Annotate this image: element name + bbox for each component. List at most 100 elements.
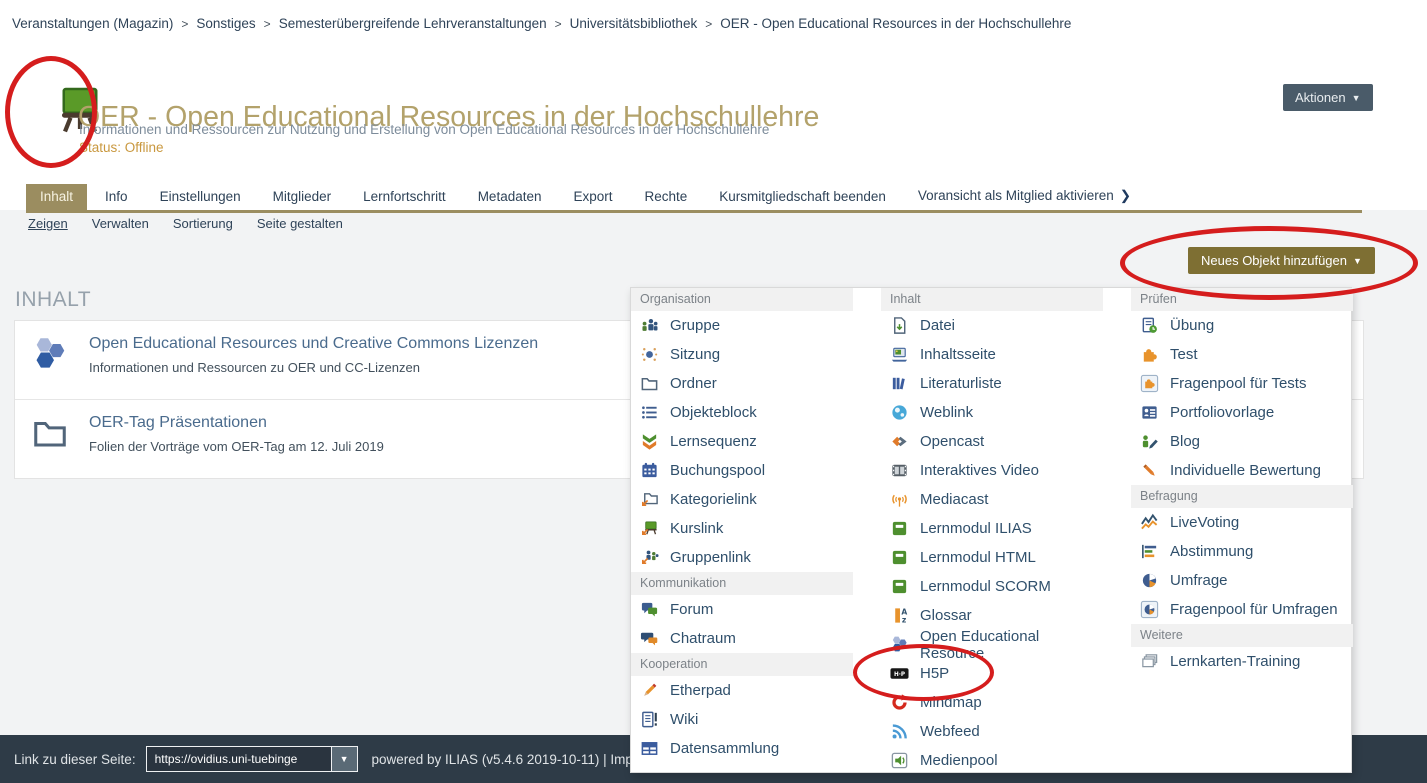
breadcrumb-link-sonstiges[interactable]: Sonstiges <box>196 16 255 31</box>
menu-item-label[interactable]: Kurslink <box>670 520 723 537</box>
menu-item-label[interactable]: Datei <box>920 317 955 334</box>
menu-item-label[interactable]: Objekteblock <box>670 404 757 421</box>
tab-inhalt[interactable]: Inhalt <box>26 184 87 210</box>
menu-item-label[interactable]: Umfrage <box>1170 572 1228 589</box>
menu-item-label[interactable]: H5P <box>920 665 949 682</box>
menu-item-label[interactable]: Glossar <box>920 607 972 624</box>
subtab-seite-gestalten[interactable]: Seite gestalten <box>257 216 343 231</box>
menu-item-buchungspool[interactable]: Buchungspool <box>631 456 853 485</box>
tab-einstellungen[interactable]: Einstellungen <box>146 184 255 210</box>
menu-item-label[interactable]: Gruppenlink <box>670 549 751 566</box>
breadcrumb-link-oer-open-educational-resources-in-der-hochschullehre[interactable]: OER - Open Educational Resources in der … <box>720 16 1071 31</box>
menu-item-webfeed[interactable]: Webfeed <box>881 717 1103 746</box>
menu-item-label[interactable]: Open Educational Resource <box>920 628 1103 662</box>
menu-item-abstimmung[interactable]: Abstimmung <box>1131 537 1353 566</box>
menu-item-blog[interactable]: Blog <box>1131 427 1353 456</box>
menu-item-label[interactable]: Etherpad <box>670 682 731 699</box>
menu-item-lernmodul-html[interactable]: Lernmodul HTML <box>881 543 1103 572</box>
permalink-dropdown-button[interactable]: ▼ <box>332 746 358 772</box>
permalink-input[interactable] <box>146 746 332 772</box>
menu-item-label[interactable]: Literaturliste <box>920 375 1002 392</box>
menu-item-gruppenlink[interactable]: Gruppenlink <box>631 543 853 572</box>
menu-item-label[interactable]: Abstimmung <box>1170 543 1253 560</box>
menu-item-datei[interactable]: Datei <box>881 311 1103 340</box>
menu-item-label[interactable]: Sitzung <box>670 346 720 363</box>
menu-item-label[interactable]: Lernmodul SCORM <box>920 578 1051 595</box>
menu-item-objekteblock[interactable]: Objekteblock <box>631 398 853 427</box>
tab-mitglieder[interactable]: Mitglieder <box>259 184 346 210</box>
menu-item-opencast[interactable]: Opencast <box>881 427 1103 456</box>
menu-item-fragenpool-fur-tests[interactable]: Fragenpool für Tests <box>1131 369 1353 398</box>
menu-item-literaturliste[interactable]: Literaturliste <box>881 369 1103 398</box>
menu-item-wiki[interactable]: Wiki <box>631 705 853 734</box>
breadcrumb-link-universitatsbibliothek[interactable]: Universitätsbibliothek <box>570 16 698 31</box>
menu-item-label[interactable]: Lernmodul HTML <box>920 549 1036 566</box>
subtab-sortierung[interactable]: Sortierung <box>173 216 233 231</box>
menu-item-label[interactable]: Datensammlung <box>670 740 779 757</box>
menu-item-chatraum[interactable]: Chatraum <box>631 624 853 653</box>
tab-metadaten[interactable]: Metadaten <box>464 184 556 210</box>
menu-item-open-educational-resource[interactable]: Open Educational Resource <box>881 630 1103 659</box>
menu-item-label[interactable]: Weblink <box>920 404 973 421</box>
menu-item-livevoting[interactable]: LiveVoting <box>1131 508 1353 537</box>
subtab-zeigen[interactable]: Zeigen <box>28 216 68 231</box>
menu-item-lernsequenz[interactable]: Lernsequenz <box>631 427 853 456</box>
menu-item-interaktives-video[interactable]: Interaktives Video <box>881 456 1103 485</box>
add-new-object-button[interactable]: Neues Objekt hinzufügen▼ <box>1188 247 1375 274</box>
menu-item-gruppe[interactable]: Gruppe <box>631 311 853 340</box>
menu-item-label[interactable]: Portfoliovorlage <box>1170 404 1274 421</box>
menu-item-sitzung[interactable]: Sitzung <box>631 340 853 369</box>
menu-item-label[interactable]: Opencast <box>920 433 984 450</box>
menu-item-glossar[interactable]: AzGlossar <box>881 601 1103 630</box>
content-item-title[interactable]: Open Educational Resources und Creative … <box>89 335 538 353</box>
tab-export[interactable]: Export <box>559 184 626 210</box>
content-item-title[interactable]: OER-Tag Präsentationen <box>89 414 384 432</box>
menu-item-label[interactable]: Chatraum <box>670 630 736 647</box>
menu-item-fragenpool-fur-umfragen[interactable]: Fragenpool für Umfragen <box>1131 595 1353 624</box>
menu-item-kurslink[interactable]: Kurslink <box>631 514 853 543</box>
tab-voransicht-als-mitglied-aktivieren[interactable]: Voransicht als Mitglied aktivieren❯ <box>904 183 1145 210</box>
actions-button[interactable]: Aktionen▼ <box>1283 84 1373 111</box>
menu-item-label[interactable]: Lernsequenz <box>670 433 757 450</box>
menu-item-lernkarten-training[interactable]: Lernkarten-Training <box>1131 647 1353 676</box>
menu-item-label[interactable]: Test <box>1170 346 1198 363</box>
menu-item-label[interactable]: Übung <box>1170 317 1214 334</box>
menu-item-etherpad[interactable]: Etherpad <box>631 676 853 705</box>
menu-item-portfoliovorlage[interactable]: Portfoliovorlage <box>1131 398 1353 427</box>
menu-item-test[interactable]: Test <box>1131 340 1353 369</box>
menu-item-label[interactable]: Medienpool <box>920 752 998 769</box>
menu-item-mediacast[interactable]: Mediacast <box>881 485 1103 514</box>
menu-item-ubung[interactable]: Übung <box>1131 311 1353 340</box>
menu-item-label[interactable]: Lernkarten-Training <box>1170 653 1300 670</box>
menu-item-umfrage[interactable]: Umfrage <box>1131 566 1353 595</box>
menu-item-inhaltsseite[interactable]: Inhaltsseite <box>881 340 1103 369</box>
menu-item-kategorielink[interactable]: Kategorielink <box>631 485 853 514</box>
menu-item-mindmap[interactable]: Mindmap <box>881 688 1103 717</box>
menu-item-lernmodul-scorm[interactable]: Lernmodul SCORM <box>881 572 1103 601</box>
menu-item-lernmodul-ilias[interactable]: Lernmodul ILIAS <box>881 514 1103 543</box>
menu-item-weblink[interactable]: Weblink <box>881 398 1103 427</box>
menu-item-label[interactable]: Inhaltsseite <box>920 346 996 363</box>
menu-item-label[interactable]: Gruppe <box>670 317 720 334</box>
menu-item-forum[interactable]: Forum <box>631 595 853 624</box>
menu-item-label[interactable]: Mindmap <box>920 694 982 711</box>
menu-item-label[interactable]: Fragenpool für Tests <box>1170 375 1306 392</box>
menu-item-label[interactable]: Forum <box>670 601 713 618</box>
subtab-verwalten[interactable]: Verwalten <box>92 216 149 231</box>
tab-info[interactable]: Info <box>91 184 142 210</box>
menu-item-ordner[interactable]: Ordner <box>631 369 853 398</box>
menu-item-label[interactable]: Blog <box>1170 433 1200 450</box>
menu-item-label[interactable]: Wiki <box>670 711 698 728</box>
tab-lernfortschritt[interactable]: Lernfortschritt <box>349 184 460 210</box>
tab-rechte[interactable]: Rechte <box>631 184 702 210</box>
breadcrumb-link-veranstaltungen-magazin[interactable]: Veranstaltungen (Magazin) <box>12 16 173 31</box>
menu-item-label[interactable]: Buchungspool <box>670 462 765 479</box>
breadcrumb-link-semesterubergreifende-lehrveranstaltungen[interactable]: Semesterübergreifende Lehrveranstaltunge… <box>279 16 547 31</box>
menu-item-h5p[interactable]: H·PH5P <box>881 659 1103 688</box>
menu-item-label[interactable]: Individuelle Bewertung <box>1170 462 1321 479</box>
menu-item-label[interactable]: Webfeed <box>920 723 980 740</box>
menu-item-label[interactable]: LiveVoting <box>1170 514 1239 531</box>
menu-item-label[interactable]: Mediacast <box>920 491 988 508</box>
menu-item-datensammlung[interactable]: Datensammlung <box>631 734 853 763</box>
menu-item-label[interactable]: Kategorielink <box>670 491 757 508</box>
